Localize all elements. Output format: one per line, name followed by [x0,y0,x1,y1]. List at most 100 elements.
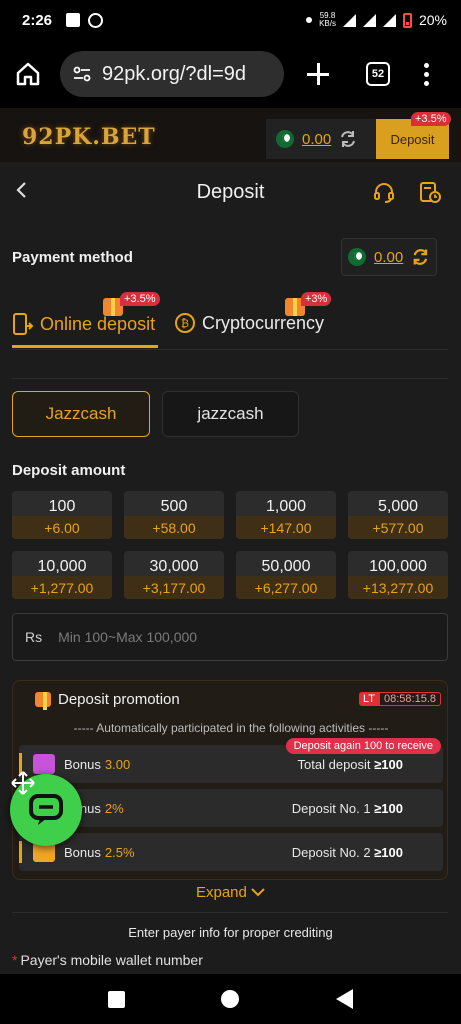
amount-option[interactable]: 5,000 +577.00 [348,491,448,539]
amount-bonus: +58.00 [124,516,224,539]
header-wallet[interactable]: 0.00 [266,119,376,159]
home-icon[interactable] [14,60,42,88]
amount-option[interactable]: 30,000 +3,177.00 [124,551,224,599]
condition-threshold: ≥100 [374,756,403,772]
payment-wallet[interactable]: 0.00 [341,238,437,276]
amount-option[interactable]: 50,000 +6,277.00 [236,551,336,599]
payer-hint: Enter payer info for proper crediting [128,925,333,940]
currency-label: Rs [25,629,43,645]
amount-option[interactable]: 500 +58.00 [124,491,224,539]
signal-icon-2 [382,13,396,27]
network-speed-unit: KB/s [319,19,336,28]
new-tab-plus-icon[interactable] [306,62,330,86]
amount-value: 500 [160,498,188,515]
promotion-row[interactable]: Bonus 2.5% Deposit No. 2 ≥100 [19,833,443,871]
deposit-amount-label: Deposit amount [12,462,126,479]
amount-input[interactable]: Rs Min 100~Max 100,000 [12,613,448,661]
crypto-badge: +3% [301,292,332,306]
amount-bonus: +13,277.00 [348,576,448,599]
amount-bonus: +3,177.00 [124,576,224,599]
amount-value: 100 [48,498,76,515]
condition-text: Total deposit [297,756,371,772]
browser-menu-icon[interactable] [424,62,429,86]
refresh-icon[interactable] [411,247,430,267]
amount-options: 100 +6.00 500 +58.00 1,000 +147.00 5,000 +57… [12,491,448,599]
bonus-value: 3.00 [104,756,131,772]
amount-value: 50,000 [261,558,311,575]
battery-percent: 20% [418,12,447,28]
bonus-condition: Total deposit ≥100 [298,757,403,772]
amount-placeholder: Min 100~Max 100,000 [58,629,198,645]
expand-button[interactable]: Expand [0,884,461,901]
amount-value: 30,000 [149,558,199,575]
promotion-subtitle: ----- Automatically participated in the … [73,721,389,735]
bonus-value: 2.5% [104,844,135,860]
system-nav-bar [0,974,461,1024]
site-settings-icon[interactable] [72,64,92,84]
promotion-title: Deposit promotion [35,691,180,710]
headset-icon[interactable] [372,180,396,204]
deposit-panel: Deposit Payment method 0.00 Online depos… [0,162,461,974]
browser-toolbar: 92pk.org/?dl=9d 52 [0,40,461,108]
signal-icon [362,13,376,27]
phone-deposit-icon [13,313,34,335]
notification-dot-icon [306,17,313,23]
bonus-value: 2% [104,800,124,816]
chevron-down-icon [251,888,265,897]
expand-label: Expand [195,884,247,901]
divider [12,378,448,379]
deposit-promotion: Deposit promotion LT 08:58:15.8 ----- Au… [12,680,448,880]
condition-text: Deposit No. 1 [291,800,371,816]
back-nav-icon[interactable] [335,989,353,1009]
channel-jazzcash-selected[interactable]: Jazzcash [12,391,150,437]
active-tab-indicator [12,345,158,348]
deposit-tabs: Online deposit +3.5% ₿ Cryptocurrency +3… [12,290,448,350]
amount-value: 100,000 [369,558,427,575]
payment-method-label: Payment method [12,249,133,266]
crypto-coin-icon: ₿ [175,313,195,333]
tab-cryptocurrency-label: Cryptocurrency [202,312,325,333]
svg-text:₿: ₿ [181,317,189,330]
history-icon[interactable] [418,180,442,204]
drag-move-icon[interactable] [10,770,36,796]
site-logo[interactable]: 92PK.BET [22,124,156,150]
header-balance[interactable]: 0.00 [302,131,331,148]
payment-balance[interactable]: 0.00 [374,249,403,266]
condition-text: Deposit No. 2 [291,844,371,860]
pakistan-flag-icon [348,248,366,266]
lightning-lt-icon: LT [358,692,379,706]
bonus-condition: Deposit No. 1 ≥100 [292,801,403,816]
condition-threshold: ≥100 [374,844,403,860]
site-header: 92PK.BET 0.00 Deposit +3.5% [0,108,461,162]
tab-switcher-button[interactable]: 52 [366,62,390,86]
title-row: Deposit [0,162,461,222]
amount-value: 10,000 [37,558,87,575]
url-text: 92pk.org/?dl=9d [102,62,247,85]
bonus-label: Bonus [64,756,101,772]
network-speed: 59.8 KB/s [319,12,336,28]
channel-jazzcash[interactable]: jazzcash [162,391,299,437]
gift-icon [35,692,51,710]
wifi-icon [342,13,356,27]
status-time: 2:26 [22,11,53,29]
bonus-label: Bonus [64,844,101,860]
refresh-icon[interactable] [339,130,357,148]
notification-icon [66,13,81,27]
pakistan-flag-icon [276,130,294,148]
amount-option[interactable]: 100,000 +13,277.00 [348,551,448,599]
home-nav-icon[interactable] [221,990,240,1008]
amount-option[interactable]: 100 +6.00 [12,491,112,539]
divider [12,912,448,913]
url-bar[interactable]: 92pk.org/?dl=9d [60,51,284,97]
tab-online-deposit[interactable]: Online deposit [12,312,155,336]
promotion-row[interactable]: Bonus 2% Deposit No. 1 ≥100 [19,789,443,827]
online-deposit-badge: +3.5% [120,292,160,306]
promotion-timer: LT 08:58:15.8 [358,692,441,706]
amount-bonus: +577.00 [348,516,448,539]
countdown: 08:58:15.8 [379,692,441,706]
amount-bonus: +147.00 [236,516,336,539]
amount-option[interactable]: 10,000 +1,277.00 [12,551,112,599]
amount-option[interactable]: 1,000 +147.00 [236,491,336,539]
recents-icon[interactable] [108,990,126,1008]
deposit-again-tag: Deposit again 100 to receive [285,738,441,754]
